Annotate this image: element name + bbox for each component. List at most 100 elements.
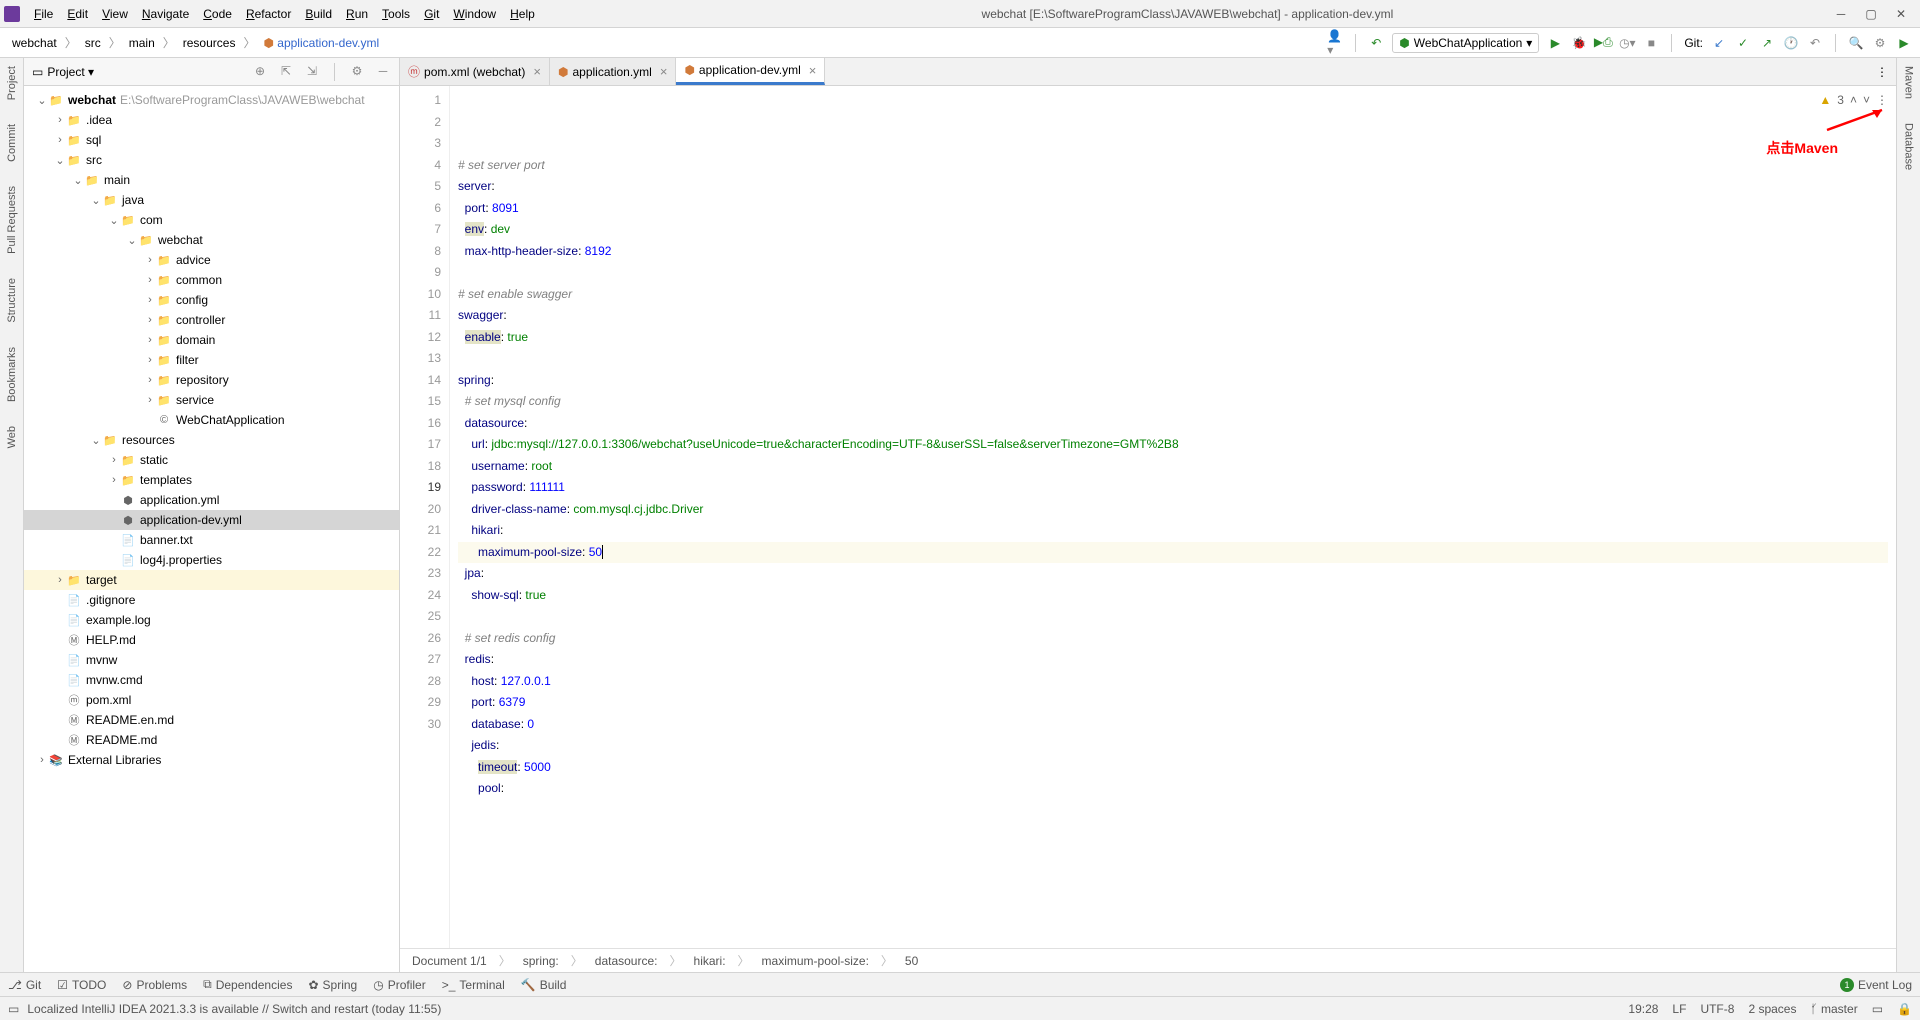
- tree-item-advice[interactable]: ›📁advice: [24, 250, 399, 270]
- expand-icon[interactable]: ⇱: [278, 63, 294, 79]
- tabs-menu-icon[interactable]: ⋮: [1868, 58, 1896, 85]
- menu-refactor[interactable]: Refactor: [240, 5, 297, 23]
- git-rollback-icon[interactable]: ↶: [1807, 35, 1823, 51]
- editor-tab-application-yml[interactable]: ⬢application.yml×: [550, 58, 676, 85]
- user-icon[interactable]: 👤▾: [1327, 35, 1343, 51]
- tree-item-mvnw-cmd[interactable]: 📄mvnw.cmd: [24, 670, 399, 690]
- left-tool-pull-requests[interactable]: Pull Requests: [6, 186, 18, 254]
- menu-build[interactable]: Build: [299, 5, 338, 23]
- indent-setting[interactable]: 2 spaces: [1748, 1002, 1796, 1016]
- menu-window[interactable]: Window: [447, 5, 502, 23]
- tree-item-filter[interactable]: ›📁filter: [24, 350, 399, 370]
- tree-item-java[interactable]: ⌄📁java: [24, 190, 399, 210]
- editor-crumb[interactable]: Document 1/1: [412, 954, 487, 968]
- tree-item-pom-xml[interactable]: ⓜpom.xml: [24, 690, 399, 710]
- project-tree[interactable]: ⌄📁webchat E:\SoftwareProgramClass\JAVAWE…: [24, 86, 399, 972]
- memory-indicator[interactable]: ▭: [1872, 1002, 1883, 1016]
- more-icon[interactable]: ⋮: [1876, 90, 1888, 112]
- editor-crumb[interactable]: datasource:: [595, 954, 658, 968]
- tree-item-sql[interactable]: ›📁sql: [24, 130, 399, 150]
- tree-item--idea[interactable]: ›📁.idea: [24, 110, 399, 130]
- git-push-icon[interactable]: ↗: [1759, 35, 1775, 51]
- close-tab-icon[interactable]: ×: [533, 64, 541, 79]
- maximize-button[interactable]: ▢: [1864, 7, 1878, 21]
- tree-item-controller[interactable]: ›📁controller: [24, 310, 399, 330]
- tree-item-domain[interactable]: ›📁domain: [24, 330, 399, 350]
- settings-icon[interactable]: ⚙: [1872, 35, 1888, 51]
- tool-window-terminal[interactable]: >_Terminal: [442, 978, 505, 992]
- line-separator[interactable]: LF: [1672, 1002, 1686, 1016]
- right-tool-maven[interactable]: Maven: [1903, 66, 1915, 99]
- editor-crumb[interactable]: hikari:: [694, 954, 726, 968]
- tree-item-common[interactable]: ›📁common: [24, 270, 399, 290]
- minimize-button[interactable]: ─: [1834, 7, 1848, 21]
- gear-icon[interactable]: ⚙: [349, 63, 365, 79]
- tree-item-application-dev-yml[interactable]: ⬢application-dev.yml: [24, 510, 399, 530]
- tree-item-repository[interactable]: ›📁repository: [24, 370, 399, 390]
- close-tab-icon[interactable]: ×: [809, 63, 817, 78]
- breadcrumb-item[interactable]: ⬢ application-dev.yml: [259, 34, 383, 52]
- git-branch[interactable]: ᚶ master: [1810, 1002, 1857, 1016]
- left-tool-structure[interactable]: Structure: [6, 278, 18, 323]
- cursor-position[interactable]: 19:28: [1628, 1002, 1658, 1016]
- tree-item-webchatapplication[interactable]: ©WebChatApplication: [24, 410, 399, 430]
- collapse-icon[interactable]: ⇲: [304, 63, 320, 79]
- locate-icon[interactable]: ⊕: [252, 63, 268, 79]
- breadcrumb-item[interactable]: main: [125, 34, 159, 52]
- tree-item-target[interactable]: ›📁target: [24, 570, 399, 590]
- run-anything-icon[interactable]: ▶: [1896, 35, 1912, 51]
- coverage-button[interactable]: ▶⎙: [1595, 35, 1611, 51]
- tool-window-spring[interactable]: ✿Spring: [308, 978, 357, 992]
- tree-item-templates[interactable]: ›📁templates: [24, 470, 399, 490]
- tree-item-readme-md[interactable]: ⓂREADME.md: [24, 730, 399, 750]
- breadcrumb-item[interactable]: src: [81, 34, 105, 52]
- tree-item-webchat[interactable]: ⌄📁webchat E:\SoftwareProgramClass\JAVAWE…: [24, 90, 399, 110]
- menu-git[interactable]: Git: [418, 5, 445, 23]
- tree-item-main[interactable]: ⌄📁main: [24, 170, 399, 190]
- tree-item-external-libraries[interactable]: ›📚External Libraries: [24, 750, 399, 770]
- editor-crumb[interactable]: 50: [905, 954, 918, 968]
- tool-window-profiler[interactable]: ◷Profiler: [373, 978, 426, 992]
- code-editor[interactable]: ▲ 3 ˄ ˅ ⋮ # set server portserver: port:…: [450, 86, 1896, 948]
- tree-item-config[interactable]: ›📁config: [24, 290, 399, 310]
- menu-run[interactable]: Run: [340, 5, 374, 23]
- event-log-button[interactable]: 1Event Log: [1840, 978, 1912, 992]
- close-button[interactable]: ✕: [1894, 7, 1908, 21]
- tree-item-readme-en-md[interactable]: ⓂREADME.en.md: [24, 710, 399, 730]
- left-tool-web[interactable]: Web: [6, 426, 18, 448]
- debug-button[interactable]: 🐞: [1571, 35, 1587, 51]
- tree-item-mvnw[interactable]: 📄mvnw: [24, 650, 399, 670]
- run-config-selector[interactable]: ⬢ WebChatApplication ▾: [1392, 33, 1539, 53]
- menu-edit[interactable]: Edit: [61, 5, 94, 23]
- left-tool-commit[interactable]: Commit: [6, 124, 18, 162]
- tool-window-git[interactable]: ⎇Git: [8, 978, 41, 992]
- menu-code[interactable]: Code: [197, 5, 238, 23]
- editor-tab-application-dev-yml[interactable]: ⬢application-dev.yml×: [676, 58, 825, 85]
- git-history-icon[interactable]: 🕐: [1783, 35, 1799, 51]
- tree-item-src[interactable]: ⌄📁src: [24, 150, 399, 170]
- tree-item-static[interactable]: ›📁static: [24, 450, 399, 470]
- prev-highlight-icon[interactable]: ˄: [1850, 90, 1857, 112]
- tree-item-application-yml[interactable]: ⬢application.yml: [24, 490, 399, 510]
- editor-crumb[interactable]: spring:: [523, 954, 559, 968]
- run-button[interactable]: ▶: [1547, 35, 1563, 51]
- file-encoding[interactable]: UTF-8: [1700, 1002, 1734, 1016]
- git-update-icon[interactable]: ↙: [1711, 35, 1727, 51]
- menu-view[interactable]: View: [96, 5, 134, 23]
- tree-item-service[interactable]: ›📁service: [24, 390, 399, 410]
- tree-item-com[interactable]: ⌄📁com: [24, 210, 399, 230]
- profile-button[interactable]: ◷▾: [1619, 35, 1635, 51]
- search-icon[interactable]: 🔍: [1848, 35, 1864, 51]
- menu-navigate[interactable]: Navigate: [136, 5, 195, 23]
- hide-icon[interactable]: ─: [375, 63, 391, 79]
- tool-window-problems[interactable]: ⊘Problems: [122, 978, 187, 992]
- tree-item-resources[interactable]: ⌄📁resources: [24, 430, 399, 450]
- quick-access-icon[interactable]: ▭: [8, 1002, 19, 1016]
- tree-item-webchat[interactable]: ⌄📁webchat: [24, 230, 399, 250]
- stop-button[interactable]: ■: [1643, 35, 1659, 51]
- tree-item--gitignore[interactable]: 📄.gitignore: [24, 590, 399, 610]
- tree-item-log4j-properties[interactable]: 📄log4j.properties: [24, 550, 399, 570]
- next-highlight-icon[interactable]: ˅: [1863, 90, 1870, 112]
- git-commit-icon[interactable]: ✓: [1735, 35, 1751, 51]
- left-tool-bookmarks[interactable]: Bookmarks: [6, 347, 18, 402]
